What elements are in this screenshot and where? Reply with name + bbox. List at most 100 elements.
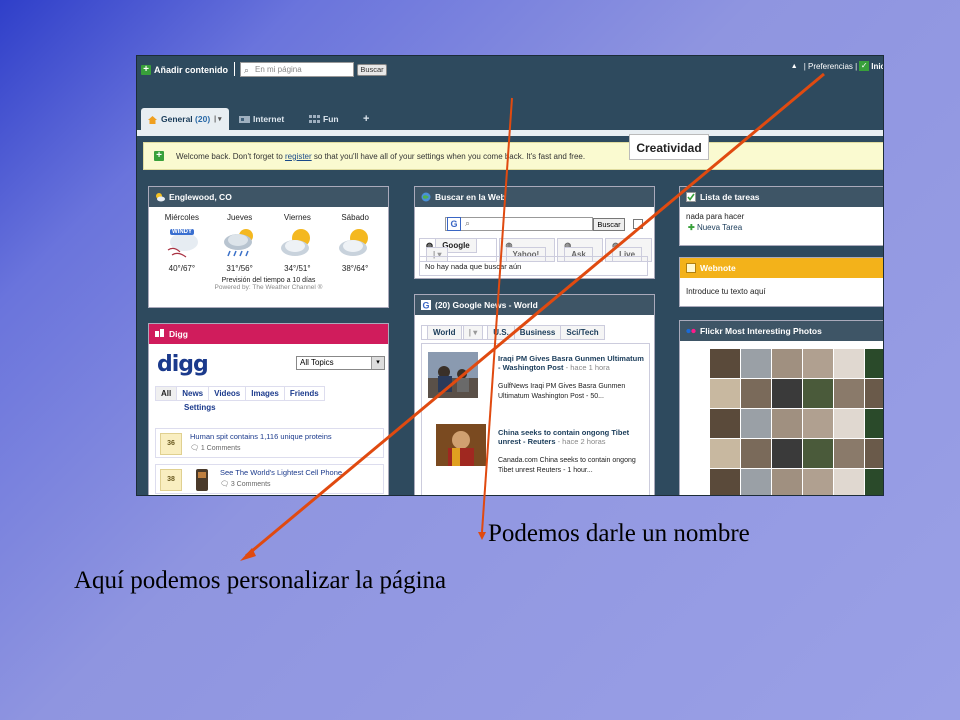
headline-age: - hace 1 hora [563,363,610,372]
flickr-photo[interactable] [803,409,833,438]
top-right-links: ▲ | Preferencias | ✓ Inic [791,61,883,71]
name-caption: Podemos darle un nombre [488,520,750,547]
story-comments[interactable]: 🗨 1 Comments [190,444,241,452]
flickr-photo[interactable] [772,349,802,378]
tab-general[interactable]: General (20) | ▾ [141,108,229,130]
webnote-textarea[interactable]: Introduce tu texto aquí [680,278,883,305]
web-search-header[interactable]: Buscar en la Web [415,187,654,207]
news-tab-scitech[interactable]: Sci/Tech [560,325,605,340]
flickr-photo[interactable] [741,379,771,408]
new-task-link[interactable]: ✚ Nueva Tarea [680,221,883,232]
flickr-photo[interactable] [772,379,802,408]
flickr-photo[interactable] [772,469,802,495]
preferences-link[interactable]: | Preferencias | [804,62,858,71]
digg-tab-friends[interactable]: Friends [283,386,325,401]
news-tab-world[interactable]: World | ▾ [421,325,489,340]
flickr-photo[interactable] [803,439,833,468]
flickr-photo[interactable] [865,469,883,495]
day-temp: 31°/56° [226,264,253,273]
page-search-input[interactable]: ⌕ En mi página [240,62,354,77]
digg-tab-videos[interactable]: Videos [208,386,247,401]
welcome-text-start: Welcome back. Don't forget to [176,151,285,161]
flickr-photo[interactable] [710,349,740,378]
news-snippet: GulfNews Iraqi PM Gives Basra Gunmen Ult… [498,383,626,400]
digg-tab-news[interactable]: News [176,386,210,401]
checkmark-icon: ✓ [859,61,870,71]
digg-tab-settings[interactable]: Settings [179,401,221,414]
day-name: Jueves [226,213,253,222]
flickr-photo[interactable] [803,469,833,495]
comments-count: 1 Comments [200,445,241,452]
day-name: Sábado [341,213,369,222]
windy-badge: WINDY [169,229,194,235]
flickr-photo[interactable] [865,409,883,438]
todo-title: Lista de tareas [700,192,760,202]
tab-bar: General (20) | ▾ Internet Fun + [137,108,883,130]
flickr-photo[interactable] [803,379,833,408]
flickr-photo[interactable] [710,379,740,408]
tab-menu-icon[interactable]: | ▾ [214,115,221,123]
digg-header[interactable]: Digg [149,324,388,344]
forecast-link[interactable]: Previsión del tiempo a 10 días [149,277,388,284]
news-headline[interactable]: Iraqi PM Gives Basra Gunmen Ultimatum - … [498,354,648,372]
inicio-link[interactable]: Inic [871,62,883,71]
topic-select[interactable]: All Topics ▾ [296,356,385,370]
flickr-photo[interactable] [772,439,802,468]
flickr-photo[interactable] [865,349,883,378]
todo-header[interactable]: Lista de tareas [680,187,883,207]
expand-icon[interactable]: + [154,151,164,161]
divider [234,62,235,76]
collapse-arrow-icon[interactable]: ▲ [791,63,798,70]
digg-tab-images[interactable]: Images [245,386,285,401]
flickr-photo[interactable] [834,349,864,378]
add-content-button[interactable]: + Añadir contenido [141,63,228,77]
rain-icon [223,229,253,257]
flickr-photo[interactable] [710,409,740,438]
news-tabs: World | ▾ U.S. Business Sci/Tech [421,325,605,340]
story-title[interactable]: Human spit contains 1,116 unique protein… [190,432,332,441]
flickr-photo[interactable] [741,349,771,378]
partly-cloudy-icon [281,229,311,256]
story-title[interactable]: See The World's Lightest Cell Phone [220,468,342,477]
search-button[interactable]: Buscar [357,64,387,76]
tab-internet[interactable]: Internet [233,108,299,130]
flickr-photo[interactable] [865,379,883,408]
flickr-photo[interactable] [710,469,740,495]
flickr-photo[interactable] [834,379,864,408]
tab-name-callout[interactable]: Creatividad [629,134,709,160]
plus-icon: + [141,65,151,75]
weather-header[interactable]: Englewood, CO [149,187,388,207]
flickr-photo[interactable] [834,469,864,495]
flickr-photo[interactable] [710,439,740,468]
story-comments[interactable]: 🗨 3 Comments [220,480,271,488]
flickr-photo[interactable] [803,349,833,378]
flickr-photo[interactable] [741,469,771,495]
flickr-photo[interactable] [834,439,864,468]
list-item: 38 See The World's Lightest Cell Phone 🗨… [155,464,384,494]
flickr-header[interactable]: Flickr Most Interesting Photos [680,321,883,341]
news-title: (20) Google News - World [435,300,538,310]
add-tab-icon[interactable]: + [357,108,373,130]
news-headline[interactable]: China seeks to contain ongong Tibet unre… [498,428,648,446]
flickr-photo[interactable] [741,409,771,438]
customize-caption: Aquí podemos personalizar la página [74,567,447,594]
flickr-photo[interactable] [865,439,883,468]
webnote-header[interactable]: Webnote [680,258,883,278]
webnote-widget: Webnote Introduce tu texto aquí [679,257,883,307]
powered-by[interactable]: Powered by: The Weather Channel ® [149,284,388,291]
options-checkbox[interactable] [633,219,643,229]
tab-fun[interactable]: Fun [303,108,353,130]
web-search-button[interactable]: Buscar [593,218,625,231]
news-header[interactable]: G (20) Google News - World [415,295,654,315]
flickr-photo[interactable] [772,409,802,438]
register-link[interactable]: register [285,152,312,161]
globe-icon [421,192,431,202]
news-photo [428,352,478,398]
flickr-photo[interactable] [834,409,864,438]
digg-tab-all[interactable]: All [155,386,178,401]
digg-count[interactable]: 38 [160,469,182,491]
flickr-photo[interactable] [741,439,771,468]
news-tab-us[interactable]: U.S. [487,325,515,340]
news-tab-business[interactable]: Business [513,325,562,340]
digg-count[interactable]: 36 [160,433,182,455]
